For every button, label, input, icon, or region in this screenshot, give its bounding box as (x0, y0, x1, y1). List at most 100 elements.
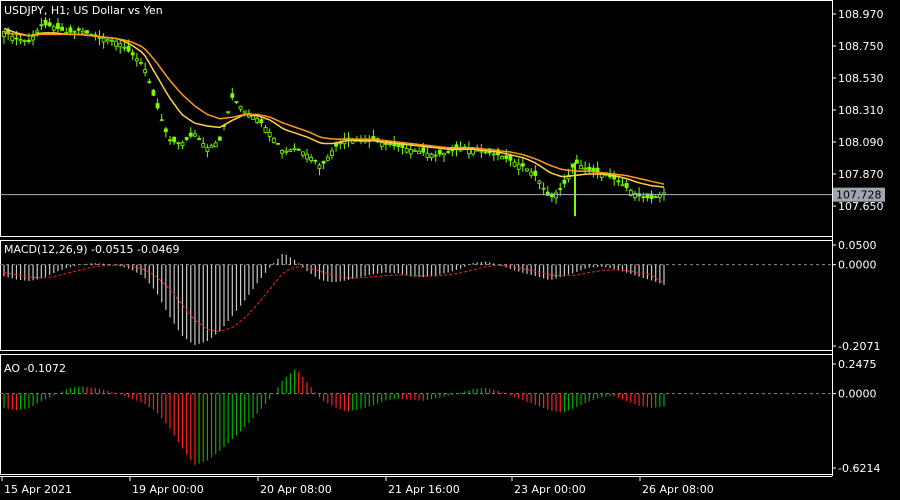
candle (325, 154, 330, 162)
candle (633, 190, 637, 201)
moving-average-line-2 (3, 32, 665, 185)
price-axis[interactable]: 108.970 108.750 108.530 108.310 108.090 107.8… (832, 0, 885, 476)
candle (612, 170, 617, 186)
macd-indicator-pane[interactable]: MACD(12,26,9) -0.0515 -0.0469 (0, 240, 833, 351)
price-tick-label: 108.970 (838, 8, 884, 21)
candle (43, 17, 48, 29)
candle (496, 147, 500, 161)
candle (39, 18, 44, 30)
candle (130, 49, 135, 60)
candle (151, 88, 156, 97)
candle (134, 53, 139, 67)
candle (641, 192, 646, 203)
candle (47, 17, 52, 27)
awesome-oscillator-pane[interactable]: AO -0.1072 (0, 354, 833, 475)
candle (437, 149, 442, 158)
moving-average-line-1 (3, 27, 665, 188)
candle (404, 144, 409, 154)
price-tick-label: 108.530 (838, 72, 884, 85)
candle (27, 33, 31, 44)
candle (288, 148, 293, 153)
candle (56, 17, 60, 33)
candle (276, 142, 280, 145)
trading-terminal-chart[interactable]: USDJPY, H1; US Dollar vs Yen MACD(12,26,… (0, 0, 900, 500)
chart-title: USDJPY, H1; US Dollar vs Yen (4, 4, 163, 17)
candle (620, 177, 625, 187)
candlestick-series (2, 17, 666, 217)
candle (529, 168, 534, 179)
candle (512, 159, 517, 168)
candle (467, 141, 471, 159)
ao-tick-label: 0.0000 (838, 388, 877, 401)
price-tick-label: 107.870 (838, 168, 884, 181)
candle (321, 160, 326, 170)
price-tick-label: 108.090 (838, 136, 884, 149)
current-price-value: 107.728 (836, 189, 882, 202)
candle (280, 149, 285, 159)
candle (209, 143, 214, 148)
candle (533, 165, 538, 182)
candle (313, 159, 318, 165)
candle (143, 62, 148, 77)
time-tick-label: 21 Apr 16:00 (388, 483, 460, 496)
candle (147, 78, 152, 84)
candle (172, 136, 177, 145)
candle (433, 150, 438, 162)
candle (450, 145, 455, 157)
candle (541, 182, 546, 196)
candle (64, 27, 69, 35)
candle (267, 128, 272, 142)
candle (317, 163, 322, 176)
candle (479, 143, 484, 159)
candle (330, 147, 334, 160)
candle (155, 98, 160, 111)
candle (653, 195, 658, 198)
candle (537, 179, 542, 189)
candle (22, 39, 27, 46)
candle (60, 23, 65, 31)
candle (296, 148, 301, 151)
candle (579, 159, 583, 170)
candle (649, 190, 654, 204)
candle (458, 141, 463, 152)
candle (97, 30, 102, 46)
candle (284, 146, 289, 156)
candle (217, 135, 222, 141)
candle (595, 161, 600, 179)
candle (570, 163, 575, 174)
price-tick-label: 108.750 (838, 40, 884, 53)
candle (118, 39, 123, 54)
candle (396, 143, 401, 152)
candle (259, 117, 264, 128)
time-tick-label: 26 Apr 08:00 (642, 483, 714, 496)
ao-histogram (3, 369, 665, 466)
macd-histogram (3, 254, 665, 346)
candle (292, 143, 297, 152)
ao-tick-label: 0.2475 (838, 358, 877, 371)
macd-label: MACD(12,26,9) -0.0515 -0.0469 (4, 243, 179, 256)
candle (574, 154, 579, 164)
price-chart-pane[interactable]: USDJPY, H1; US Dollar vs Yen (0, 0, 833, 237)
candle (309, 154, 314, 164)
candle (425, 146, 430, 161)
time-tick-label: 15 Apr 2021 (4, 483, 72, 496)
candle (520, 158, 525, 173)
candle (583, 161, 588, 174)
candle (483, 151, 488, 155)
macd-tick-label: 0.0000 (838, 259, 877, 272)
candle (193, 129, 197, 138)
candle (159, 113, 164, 122)
candle (180, 140, 185, 150)
candle (442, 152, 446, 162)
candle (417, 147, 421, 155)
time-tick-label: 23 Apr 00:00 (514, 483, 586, 496)
candle (516, 158, 521, 176)
candle (657, 191, 662, 203)
price-tick-label: 107.650 (838, 200, 884, 213)
candle (31, 30, 35, 46)
time-axis[interactable]: 15 Apr 2021 19 Apr 00:00 20 Apr 08:00 21 Ap… (0, 476, 832, 496)
ao-label: AO -0.1072 (4, 362, 66, 375)
candle (554, 189, 558, 204)
candle (305, 148, 309, 163)
candle (213, 140, 218, 148)
